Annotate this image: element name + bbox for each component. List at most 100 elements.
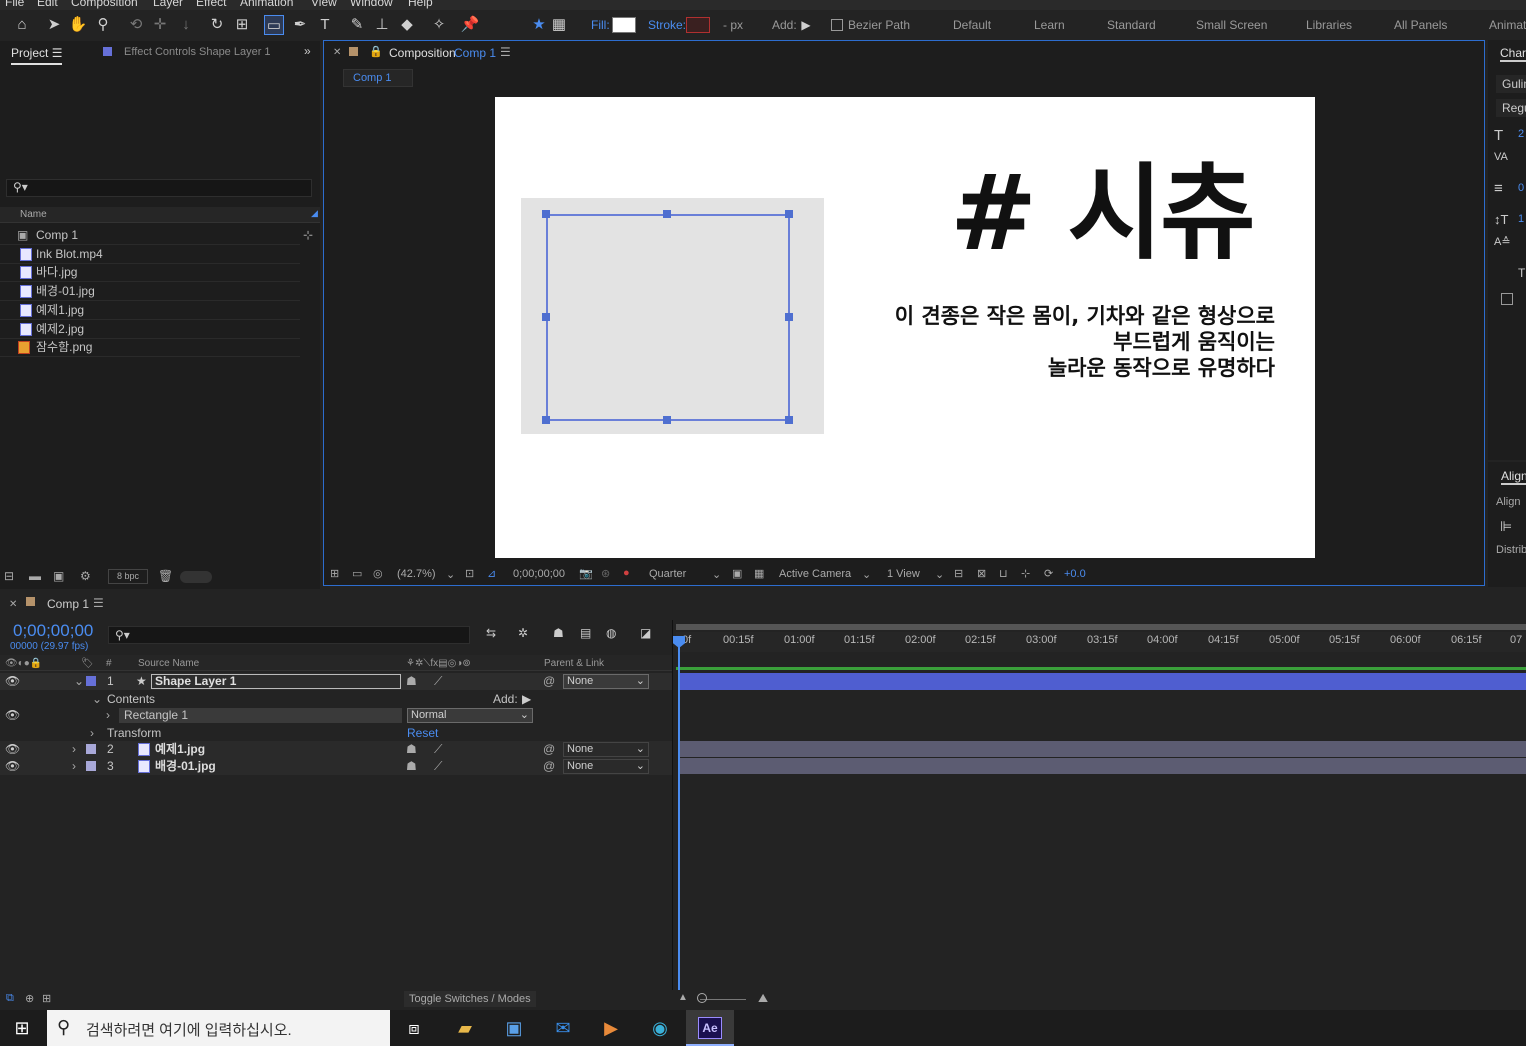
composition-mini-flowchart-icon[interactable]: ⇆ <box>486 626 496 640</box>
workspace-standard[interactable]: Standard <box>1107 14 1156 36</box>
bpc-button[interactable]: 8 bpc <box>108 569 148 584</box>
mask-toggle-icon[interactable]: ▦ <box>549 15 569 35</box>
layer-row[interactable]: 👁 › 3 배경-01.jpg ☗ ⟋ @ None ⌄ <box>0 758 672 775</box>
pickwhip-icon[interactable]: @ <box>543 741 555 758</box>
zoom-slider[interactable] <box>700 999 746 1000</box>
chevron-right-icon[interactable]: › <box>106 707 110 724</box>
fill-swatch[interactable] <box>612 17 636 33</box>
home-icon[interactable]: ⌂ <box>12 15 32 35</box>
layer-name[interactable]: 예제1.jpg <box>155 741 205 758</box>
hand-tool-icon[interactable]: ✋ <box>68 15 88 35</box>
comp-timecode[interactable]: 0;00;00;00 <box>513 568 565 580</box>
workspace-learn[interactable]: Learn <box>1034 14 1065 36</box>
transform-handle[interactable] <box>785 416 793 424</box>
camera-icon[interactable]: 📷 <box>579 567 593 580</box>
add-arrow-icon[interactable]: ▶ <box>522 691 531 708</box>
font-style-select[interactable]: Regu <box>1496 99 1526 117</box>
toggle-switches-modes[interactable]: Toggle Switches / Modes <box>404 991 536 1007</box>
project-tab[interactable]: Project ☰ <box>11 46 63 65</box>
project-item-image[interactable]: 바다.jpg <box>0 263 300 282</box>
shy-switch-icon[interactable]: ☗ <box>406 758 417 775</box>
menu-file[interactable]: File <box>5 0 24 9</box>
layer-row[interactable]: 👁 ⌄ 1 ★ Shape Layer 1 ☗ ⟋ @ None ⌄ <box>0 673 672 690</box>
visibility-icon[interactable]: 👁 <box>5 707 20 724</box>
task-view-icon[interactable]: ⧈ <box>396 1012 432 1044</box>
label-color[interactable] <box>86 676 96 686</box>
shape-rectangle[interactable] <box>546 214 790 421</box>
thumbnail-slider[interactable] <box>180 571 212 583</box>
layer-row[interactable]: 👁 › 2 예제1.jpg ☗ ⟋ @ None ⌄ <box>0 741 672 758</box>
work-area-bar[interactable] <box>676 624 1526 630</box>
close-icon[interactable]: ✕ <box>9 599 17 610</box>
clone-stamp-icon[interactable]: ⊥ <box>372 15 392 35</box>
comp-flow-tab[interactable]: Comp 1 <box>343 69 413 87</box>
expand-pane-icon[interactable]: ⧉ <box>6 992 14 1005</box>
parent-link-column[interactable]: Parent & Link <box>544 655 604 672</box>
mail-icon[interactable]: ✉ <box>545 1012 581 1044</box>
chevron-down-icon[interactable]: ⌄ <box>862 568 871 581</box>
title-safe-icon[interactable]: ⊡ <box>465 567 474 580</box>
workspace-animation[interactable]: Animat <box>1489 14 1526 36</box>
exposure-value[interactable]: +0.0 <box>1064 568 1086 580</box>
menu-help[interactable]: Help <box>408 0 433 9</box>
flowchart-icon[interactable]: ⊹ <box>1021 567 1030 580</box>
zoom-out-icon[interactable]: ▲ <box>678 992 688 1003</box>
visibility-icon[interactable]: 👁 <box>5 758 20 775</box>
zoom-in-icon[interactable]: ⛰ <box>758 991 768 1006</box>
dolly-camera-icon[interactable]: ↓ <box>176 15 196 35</box>
project-item-image[interactable]: 예제2.jpg <box>0 320 300 339</box>
chevron-down-icon[interactable]: ⌄ <box>935 568 944 581</box>
type-tool-icon[interactable]: T <box>315 15 335 35</box>
ligatures-checkbox[interactable] <box>1501 293 1513 305</box>
layer-bar-image[interactable] <box>679 758 1526 774</box>
close-icon[interactable]: ✕ <box>333 47 341 58</box>
composition-tab-name[interactable]: Comp 1 <box>454 46 496 60</box>
menu-icon[interactable]: ☰ <box>52 46 63 60</box>
scale-value[interactable]: 1 <box>1518 213 1524 225</box>
project-search-input[interactable]: ⚲▾ <box>6 179 312 197</box>
timeline-search-input[interactable]: ⚲▾ <box>108 626 470 644</box>
shy-switch-icon[interactable]: ☗ <box>406 673 417 690</box>
rectangle-tool-icon[interactable]: ▭ <box>264 15 284 35</box>
reset-link[interactable]: Reset <box>407 725 438 742</box>
menu-effect[interactable]: Effect <box>196 0 226 9</box>
menu-edit[interactable]: Edit <box>37 0 58 9</box>
layer-bar-shape[interactable] <box>679 673 1526 690</box>
edge-icon[interactable]: ◉ <box>642 1012 678 1044</box>
zoom-slider-thumb[interactable] <box>697 993 707 1003</box>
add-arrow-icon[interactable]: ▶ <box>796 15 816 35</box>
rectangle-row[interactable]: 👁 › Rectangle 1 Normal ⌄ <box>0 707 672 724</box>
pen-tool-icon[interactable]: ✒ <box>290 15 310 35</box>
timeline-tab[interactable]: Comp 1 <box>47 597 89 611</box>
align-left-icon[interactable]: ⊫ <box>1500 518 1512 535</box>
contents-row[interactable]: ⌄ Contents Add: ▶ <box>0 691 672 708</box>
comp-canvas[interactable]: # 시츄 이 견종은 작은 몸이, 기차와 같은 형상으로 부드럽게 움직이는 … <box>495 97 1315 558</box>
font-size-value[interactable]: 2 <box>1518 128 1524 140</box>
roi-icon[interactable]: ▣ <box>732 567 742 580</box>
transform-row[interactable]: › Transform Reset <box>0 725 672 742</box>
name-column-label[interactable]: Name <box>20 209 47 220</box>
layer-name[interactable]: Shape Layer 1 <box>151 674 401 689</box>
parent-select[interactable]: None ⌄ <box>563 674 649 689</box>
menu-composition[interactable]: Composition <box>71 0 138 9</box>
selection-tool-icon[interactable]: ➤ <box>44 15 64 35</box>
composition-tab-label[interactable]: Composition <box>389 46 456 60</box>
project-item-image[interactable]: 잠수함.png <box>0 338 300 357</box>
effect-controls-tab[interactable]: Effect Controls Shape Layer 1 <box>124 46 271 58</box>
project-item-comp[interactable]: ▣ Comp 1 ⊹ <box>0 226 313 245</box>
resolution-select[interactable]: Quarter <box>649 568 686 580</box>
eraser-tool-icon[interactable]: ◆ <box>397 15 417 35</box>
monitor-icon[interactable]: ▭ <box>352 567 362 580</box>
pan-camera-icon[interactable]: ✛ <box>150 15 170 35</box>
trash-icon[interactable]: 🗑 <box>158 569 173 583</box>
chevron-right-icon[interactable]: › <box>90 725 94 742</box>
transform-handle[interactable] <box>663 416 671 424</box>
pickwhip-icon[interactable]: @ <box>543 758 555 775</box>
new-folder-icon[interactable]: ▬ <box>29 569 41 583</box>
graph-editor-icon[interactable]: ◪ <box>640 626 651 640</box>
transform-handle[interactable] <box>542 210 550 218</box>
chevron-right-icon[interactable]: › <box>72 741 76 758</box>
mask-view-icon[interactable]: ◎ <box>373 567 383 580</box>
reset-exposure-icon[interactable]: ⟳ <box>1044 567 1053 580</box>
source-name-column[interactable]: Source Name <box>138 655 199 672</box>
